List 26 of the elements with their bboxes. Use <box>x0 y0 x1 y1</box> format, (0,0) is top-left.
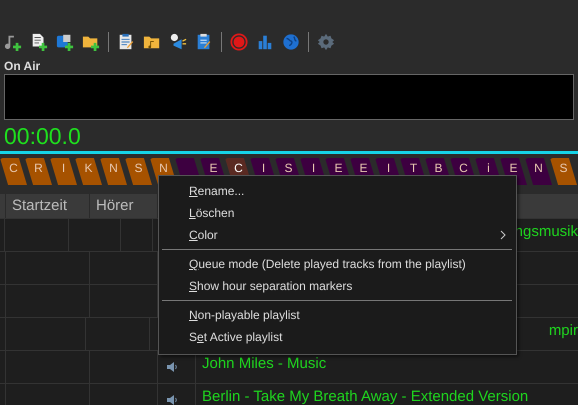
record-icon[interactable] <box>230 33 248 51</box>
menu-item[interactable]: Löschen <box>159 202 516 224</box>
folder-add-icon[interactable] <box>56 33 74 51</box>
globe-icon[interactable] <box>282 33 300 51</box>
menu-item[interactable]: Set Active playlist <box>159 326 516 348</box>
menu-item[interactable]: Show hour separation markers <box>159 275 516 297</box>
clipboard-icon[interactable] <box>117 33 135 51</box>
section-title: On Air <box>4 59 42 73</box>
megaphone-icon[interactable] <box>169 33 187 51</box>
bar-chart-icon[interactable] <box>256 33 274 51</box>
speaker-icon <box>166 361 178 373</box>
menu-item[interactable]: Color <box>159 224 516 246</box>
track-title: Berlin - Take My Breath Away - Extended Version <box>202 388 528 405</box>
settings-icon[interactable] <box>317 33 335 51</box>
timer-readout: 00:00.0 <box>3 122 82 150</box>
table-row[interactable]: Berlin - Take My Breath Away - Extended Version <box>0 383 578 405</box>
document-add-icon[interactable] <box>30 33 48 51</box>
track-title: John Miles - Music <box>202 355 326 372</box>
table-row[interactable]: John Miles - Music <box>0 350 578 383</box>
menu-item[interactable]: Non-playable playlist <box>159 304 516 326</box>
menu-item[interactable]: Queue mode (Delete played tracks from the playlist) <box>159 253 516 275</box>
speaker-icon <box>166 394 178 405</box>
playlist-tab[interactable]: N <box>525 158 552 185</box>
track-title: mpir <box>548 322 578 339</box>
music-note-add-icon[interactable] <box>4 33 22 51</box>
clipboard-icon[interactable] <box>195 33 213 51</box>
